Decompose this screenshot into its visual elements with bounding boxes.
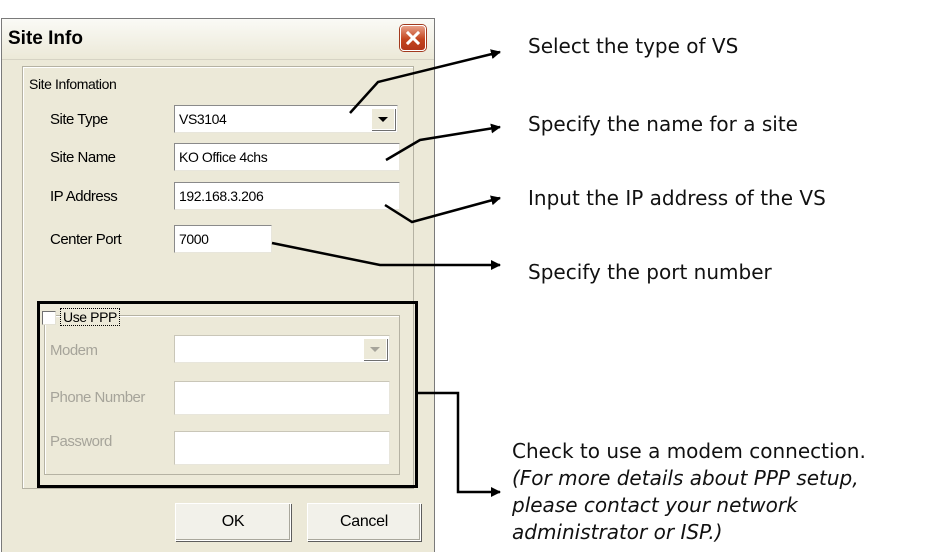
ppp-highlight-box	[37, 301, 418, 488]
center-port-input[interactable]: 7000	[174, 225, 272, 253]
ip-address-label: IP Address	[50, 188, 118, 205]
annotation-site-type: Select the type of VS	[528, 34, 739, 58]
site-name-value: KO Office 4chs	[179, 149, 268, 165]
chevron-down-icon	[378, 117, 388, 122]
site-information-legend: Site Infomation	[27, 76, 119, 92]
site-name-input[interactable]: KO Office 4chs	[174, 143, 400, 171]
close-button[interactable]	[400, 25, 426, 51]
annotation-center-port: Specify the port number	[528, 260, 772, 284]
site-type-dropdown-button[interactable]	[371, 108, 395, 130]
center-port-value: 7000	[179, 231, 209, 247]
annotation-ppp-line-1: Check to use a modem connection.	[512, 439, 866, 463]
annotation-site-name: Specify the name for a site	[528, 112, 798, 136]
screenshot-canvas: Site Info Site Infomation Site Type VS31…	[0, 0, 930, 552]
center-port-label: Center Port	[50, 231, 122, 248]
annotation-ppp-line-4: administrator or ISP.)	[512, 520, 723, 544]
dialog-title: Site Info	[8, 28, 83, 49]
ok-button[interactable]: OK	[175, 503, 291, 541]
site-name-label: Site Name	[50, 149, 116, 166]
annotation-ip-address: Input the IP address of the VS	[528, 186, 826, 210]
annotation-ppp-line-3: please contact your network	[512, 493, 798, 517]
title-bar[interactable]: Site Info	[2, 19, 434, 60]
close-icon	[406, 31, 420, 45]
ip-address-value: 192.168.3.206	[179, 188, 264, 204]
ip-address-input[interactable]: 192.168.3.206	[174, 182, 400, 210]
site-type-value: VS3104	[179, 111, 227, 127]
annotation-ppp-line-2: (For more details about PPP setup,	[512, 466, 859, 490]
site-type-select[interactable]: VS3104	[174, 105, 398, 133]
cancel-button[interactable]: Cancel	[307, 503, 421, 541]
site-type-label: Site Type	[50, 111, 108, 128]
